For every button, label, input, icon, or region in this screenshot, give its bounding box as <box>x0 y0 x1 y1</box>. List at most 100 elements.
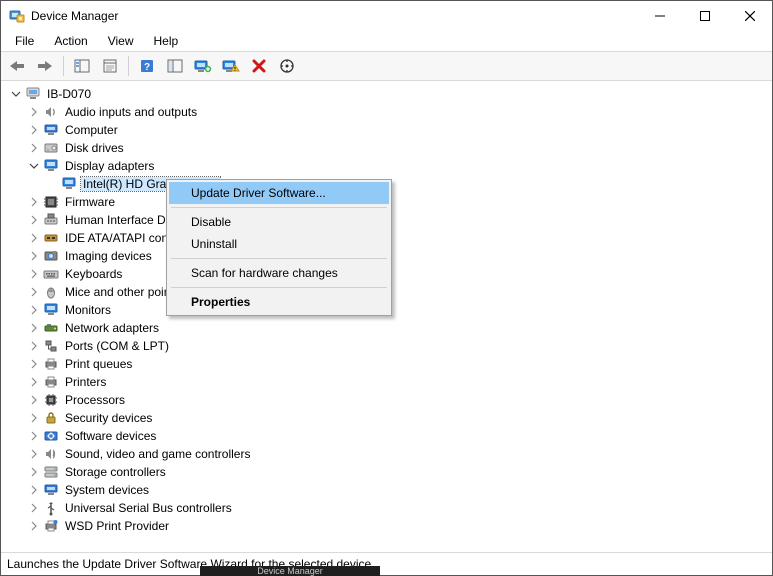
tree-category-label: Imaging devices <box>63 249 154 263</box>
cm-disable[interactable]: Disable <box>169 211 389 233</box>
usb-icon <box>43 500 59 516</box>
tree-category[interactable]: Display adapters <box>27 157 772 175</box>
maximize-button[interactable] <box>682 1 727 31</box>
tree-category[interactable]: IDE ATA/ATAPI controllers <box>27 229 772 247</box>
cm-separator <box>171 207 387 208</box>
tree-device[interactable]: Intel(R) HD Graphics 530 <box>45 175 772 193</box>
tree-category[interactable]: Audio inputs and outputs <box>27 103 772 121</box>
tree-category-label: Printers <box>63 375 108 389</box>
svg-text:?: ? <box>144 62 150 73</box>
collapse-icon[interactable] <box>9 87 23 101</box>
expand-icon[interactable] <box>27 357 41 371</box>
cm-separator <box>171 258 387 259</box>
cm-item-label: Scan for hardware changes <box>191 266 338 280</box>
tree-category[interactable]: WSD Print Provider <box>27 517 772 535</box>
cm-separator <box>171 287 387 288</box>
tree-category[interactable]: Universal Serial Bus controllers <box>27 499 772 517</box>
computer-icon <box>43 122 59 138</box>
cm-scan[interactable]: Scan for hardware changes <box>169 262 389 284</box>
expand-icon[interactable] <box>27 429 41 443</box>
tree-category[interactable]: Mice and other pointing devices <box>27 283 772 301</box>
toolbar: ? <box>1 51 772 81</box>
forward-button[interactable] <box>33 55 57 77</box>
tree-category[interactable]: Human Interface Devices <box>27 211 772 229</box>
storage-icon <box>43 464 59 480</box>
security-icon <box>43 410 59 426</box>
tree-category[interactable]: Keyboards <box>27 265 772 283</box>
cm-properties[interactable]: Properties <box>169 291 389 313</box>
expand-icon[interactable] <box>27 231 41 245</box>
tree-category[interactable]: Ports (COM & LPT) <box>27 337 772 355</box>
menu-file[interactable]: File <box>5 32 44 50</box>
tree-category[interactable]: Processors <box>27 391 772 409</box>
expand-icon[interactable] <box>27 195 41 209</box>
expand-icon[interactable] <box>27 519 41 533</box>
tree-category[interactable]: Software devices <box>27 427 772 445</box>
tree-category[interactable]: System devices <box>27 481 772 499</box>
tree-category[interactable]: Monitors <box>27 301 772 319</box>
tree-category[interactable]: Firmware <box>27 193 772 211</box>
tree-category-label: Audio inputs and outputs <box>63 105 199 119</box>
tree-category-label: Sound, video and game controllers <box>63 447 252 461</box>
device-tree[interactable]: IB-D070 Audio inputs and outputs Computer… <box>1 81 772 552</box>
expand-icon[interactable] <box>27 375 41 389</box>
expand-icon[interactable] <box>27 447 41 461</box>
properties-button[interactable] <box>98 55 122 77</box>
tree-category[interactable]: Printers <box>27 373 772 391</box>
expand-icon[interactable] <box>27 339 41 353</box>
tree-root[interactable]: IB-D070 <box>9 85 772 103</box>
tree-category[interactable]: Computer <box>27 121 772 139</box>
window: Device Manager File Action View Help <box>0 0 773 576</box>
expand-icon[interactable] <box>27 393 41 407</box>
menu-bar: File Action View Help <box>1 31 772 51</box>
show-hide-console-tree-button[interactable] <box>70 55 94 77</box>
tree-category-label: Ports (COM & LPT) <box>63 339 171 353</box>
tree-category[interactable]: Network adapters <box>27 319 772 337</box>
expand-icon[interactable] <box>27 267 41 281</box>
cm-update-driver[interactable]: Update Driver Software... <box>169 182 389 204</box>
expand-icon[interactable] <box>27 141 41 155</box>
close-button[interactable] <box>727 1 772 31</box>
menu-action[interactable]: Action <box>44 32 97 50</box>
tree-root-label: IB-D070 <box>45 87 93 101</box>
audio-icon <box>43 104 59 120</box>
tree-category-label: Print queues <box>63 357 134 371</box>
expand-icon[interactable] <box>27 303 41 317</box>
tree-category[interactable]: Security devices <box>27 409 772 427</box>
help-button[interactable]: ? <box>135 55 159 77</box>
tree-category[interactable]: Disk drives <box>27 139 772 157</box>
cm-item-label: Properties <box>191 295 250 309</box>
monitor-icon <box>43 302 59 318</box>
menu-help[interactable]: Help <box>144 32 189 50</box>
uninstall-device-button[interactable] <box>247 55 271 77</box>
scan-hardware-button[interactable] <box>275 55 299 77</box>
cm-uninstall[interactable]: Uninstall <box>169 233 389 255</box>
tree-category-label: System devices <box>63 483 151 497</box>
computer-icon <box>25 86 41 102</box>
expand-icon[interactable] <box>27 483 41 497</box>
imaging-icon <box>43 248 59 264</box>
tree-category[interactable]: Storage controllers <box>27 463 772 481</box>
back-button[interactable] <box>5 55 29 77</box>
expand-icon[interactable] <box>27 321 41 335</box>
menu-view[interactable]: View <box>98 32 144 50</box>
toolbar-separator <box>63 56 64 76</box>
expand-icon[interactable] <box>27 213 41 227</box>
action-list-button[interactable] <box>163 55 187 77</box>
tree-category[interactable]: Print queues <box>27 355 772 373</box>
update-driver-button[interactable] <box>191 55 215 77</box>
expand-icon[interactable] <box>27 501 41 515</box>
tree-category[interactable]: Imaging devices <box>27 247 772 265</box>
expand-icon[interactable] <box>27 411 41 425</box>
tree-category[interactable]: Sound, video and game controllers <box>27 445 772 463</box>
disable-device-button[interactable] <box>219 55 243 77</box>
expand-icon[interactable] <box>27 465 41 479</box>
collapse-icon[interactable] <box>27 159 41 173</box>
software-icon <box>43 428 59 444</box>
status-bar: Launches the Update Driver Software Wiza… <box>1 552 772 575</box>
expand-icon[interactable] <box>27 105 41 119</box>
expand-icon[interactable] <box>27 123 41 137</box>
expand-icon[interactable] <box>27 285 41 299</box>
expand-icon[interactable] <box>27 249 41 263</box>
minimize-button[interactable] <box>637 1 682 31</box>
